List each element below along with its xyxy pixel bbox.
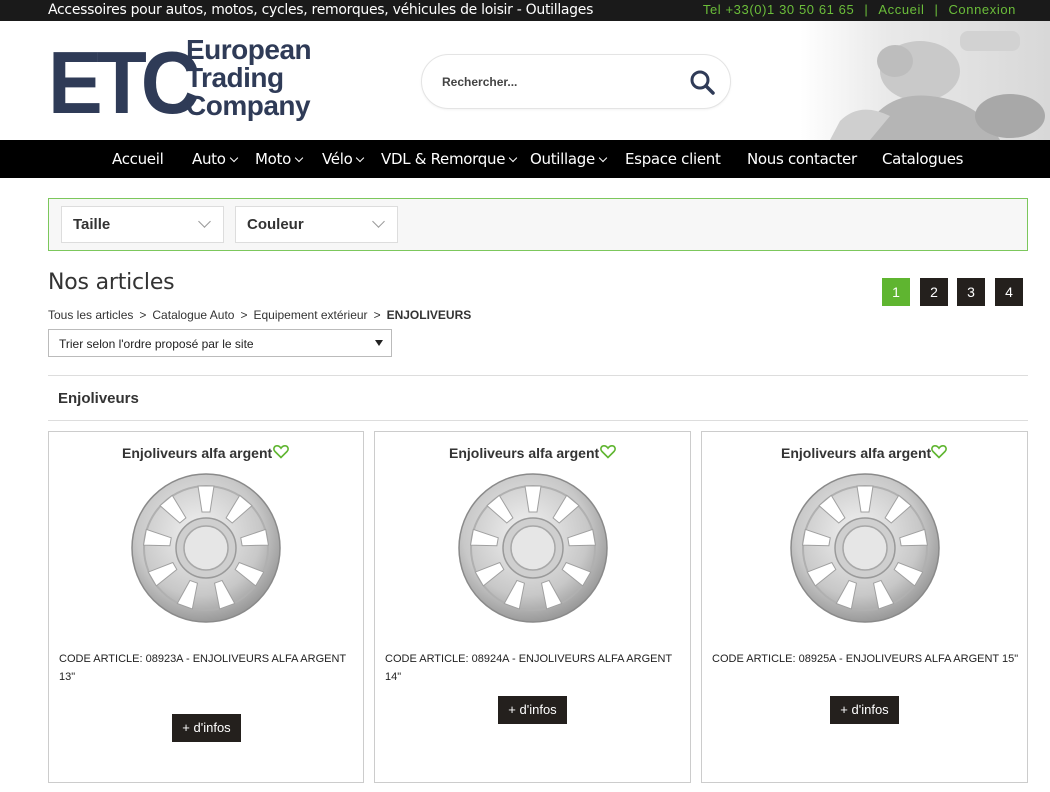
breadcrumb-separator: > [240,308,248,322]
main-nav: Accueil Auto Moto Vélo VDL & Remorque Ou… [0,140,1050,178]
color-filter-dropdown[interactable]: Couleur [235,206,398,243]
nav-label: Moto [255,150,291,168]
site-tagline: Accessoires pour autos, motos, cycles, r… [48,2,594,18]
nav-item-moto[interactable]: Moto [255,150,304,168]
nav-label: Espace client [625,150,721,168]
nav-label: Vélo [322,150,353,168]
search-input[interactable] [442,72,672,92]
nav-label: Catalogues [882,150,964,168]
product-code-line: CODE ARTICLE: 08925A - ENJOLIVEURS ALFA … [712,653,1019,665]
logo-letters: ETC [48,33,200,133]
nav-label: Outillage [530,150,595,168]
nav-item-outillage[interactable]: Outillage [530,150,608,168]
page-3-button[interactable]: 3 [957,278,985,306]
filter-bar: Taille Couleur [48,198,1028,251]
breadcrumb: Tous les articles > Catalogue Auto > Equipem… [48,308,471,322]
nav-label: Accueil [112,150,164,168]
product-title[interactable]: Enjoliveurs alfa argent [781,445,931,461]
logo-word: European [186,34,312,65]
heart-icon[interactable] [600,444,616,459]
logo-word: Trading [186,62,284,93]
nav-item-catalogues[interactable]: Catalogues [882,150,963,168]
separator: | [864,2,869,17]
product-code: CODE ARTICLE: 08924A - ENJOLIVEURS ALFA … [385,650,690,686]
product-card[interactable]: Enjoliveurs alfa argent CODE ARTICLE: 08… [48,431,364,783]
product-code-line: 13" [59,671,76,683]
chevron-down-icon [198,215,211,228]
login-link[interactable]: Connexion [948,2,1016,17]
sort-select-value: Trier selon l'ordre proposé par le site [59,337,254,351]
page-title: Nos articles [48,270,175,295]
product-image[interactable] [130,472,282,624]
breadcrumb-item[interactable]: Equipement extérieur [253,308,367,322]
heart-icon[interactable] [931,444,947,459]
chevron-down-icon [294,153,304,163]
size-filter-label: Taille [73,216,111,233]
chevron-down-icon [598,153,608,163]
product-code: CODE ARTICLE: 08925A - ENJOLIVEURS ALFA … [712,650,1018,668]
top-bar: Accessoires pour autos, motos, cycles, r… [0,0,1050,21]
pagination: 1 2 3 4 [882,278,1023,306]
logo-words: European Trading Company [186,34,312,121]
breadcrumb-separator: > [373,308,381,322]
nav-item-velo[interactable]: Vélo [322,150,365,168]
site-logo[interactable]: ETC European Trading Company [48,34,318,131]
divider [48,375,1028,376]
breadcrumb-item[interactable]: Catalogue Auto [152,308,234,322]
breadcrumb-separator: > [139,308,147,322]
product-image[interactable] [789,472,941,624]
size-filter-dropdown[interactable]: Taille [61,206,224,243]
chevron-down-icon [229,153,238,163]
product-image[interactable] [457,472,609,624]
search-box [421,54,731,109]
header-hero-image [800,21,1050,140]
product-code-line: CODE ARTICLE: 08924A - ENJOLIVEURS ALFA … [385,653,672,683]
nav-item-vdl-remorque[interactable]: VDL & Remorque [381,150,518,168]
search-icon[interactable] [688,68,716,96]
product-card[interactable]: Enjoliveurs alfa argent CODE ARTICLE: 08… [701,431,1028,783]
more-info-button[interactable]: + d'infos [830,696,899,724]
more-info-button[interactable]: + d'infos [498,696,567,724]
page-1-button[interactable]: 1 [882,278,910,306]
separator: | [934,2,939,17]
product-title[interactable]: Enjoliveurs alfa argent [122,445,272,461]
more-info-button[interactable]: + d'infos [172,714,241,742]
nav-item-espace-client[interactable]: Espace client [625,150,721,168]
page-4-button[interactable]: 4 [995,278,1023,306]
divider [48,420,1028,421]
nav-item-accueil[interactable]: Accueil [112,150,164,168]
logo-word: Company [186,90,311,121]
dropdown-arrow-icon [375,340,383,346]
nav-item-auto[interactable]: Auto [192,150,238,168]
nav-label: Auto [192,150,226,168]
nav-label: VDL & Remorque [381,150,506,168]
product-code-line: CODE ARTICLE: 08923A - ENJOLIVEURS ALFA … [59,653,347,665]
site-header: ETC European Trading Company [0,21,1050,140]
breadcrumb-item[interactable]: Tous les articles [48,308,133,322]
nav-label: Nous contacter [747,150,857,168]
chevron-down-icon [372,215,385,228]
sort-select[interactable]: Trier selon l'ordre proposé par le site [48,329,392,357]
section-title: Enjoliveurs [58,390,139,407]
home-link[interactable]: Accueil [878,2,924,17]
heart-icon[interactable] [273,444,289,459]
product-card[interactable]: Enjoliveurs alfa argent CODE ARTICLE: 08… [374,431,691,783]
nav-item-nous-contacter[interactable]: Nous contacter [747,150,857,168]
phone-number[interactable]: Tel +33(0)1 30 50 61 65 [703,2,855,17]
chevron-down-icon [356,153,365,163]
product-code: CODE ARTICLE: 08923A - ENJOLIVEURS ALFA … [59,650,346,686]
product-title[interactable]: Enjoliveurs alfa argent [449,445,599,461]
breadcrumb-current: ENJOLIVEURS [386,308,472,322]
color-filter-label: Couleur [247,216,304,233]
chevron-down-icon [508,153,518,163]
page-2-button[interactable]: 2 [920,278,948,306]
top-links: Tel +33(0)1 30 50 61 65 | Accueil | Connexio… [703,2,1016,17]
